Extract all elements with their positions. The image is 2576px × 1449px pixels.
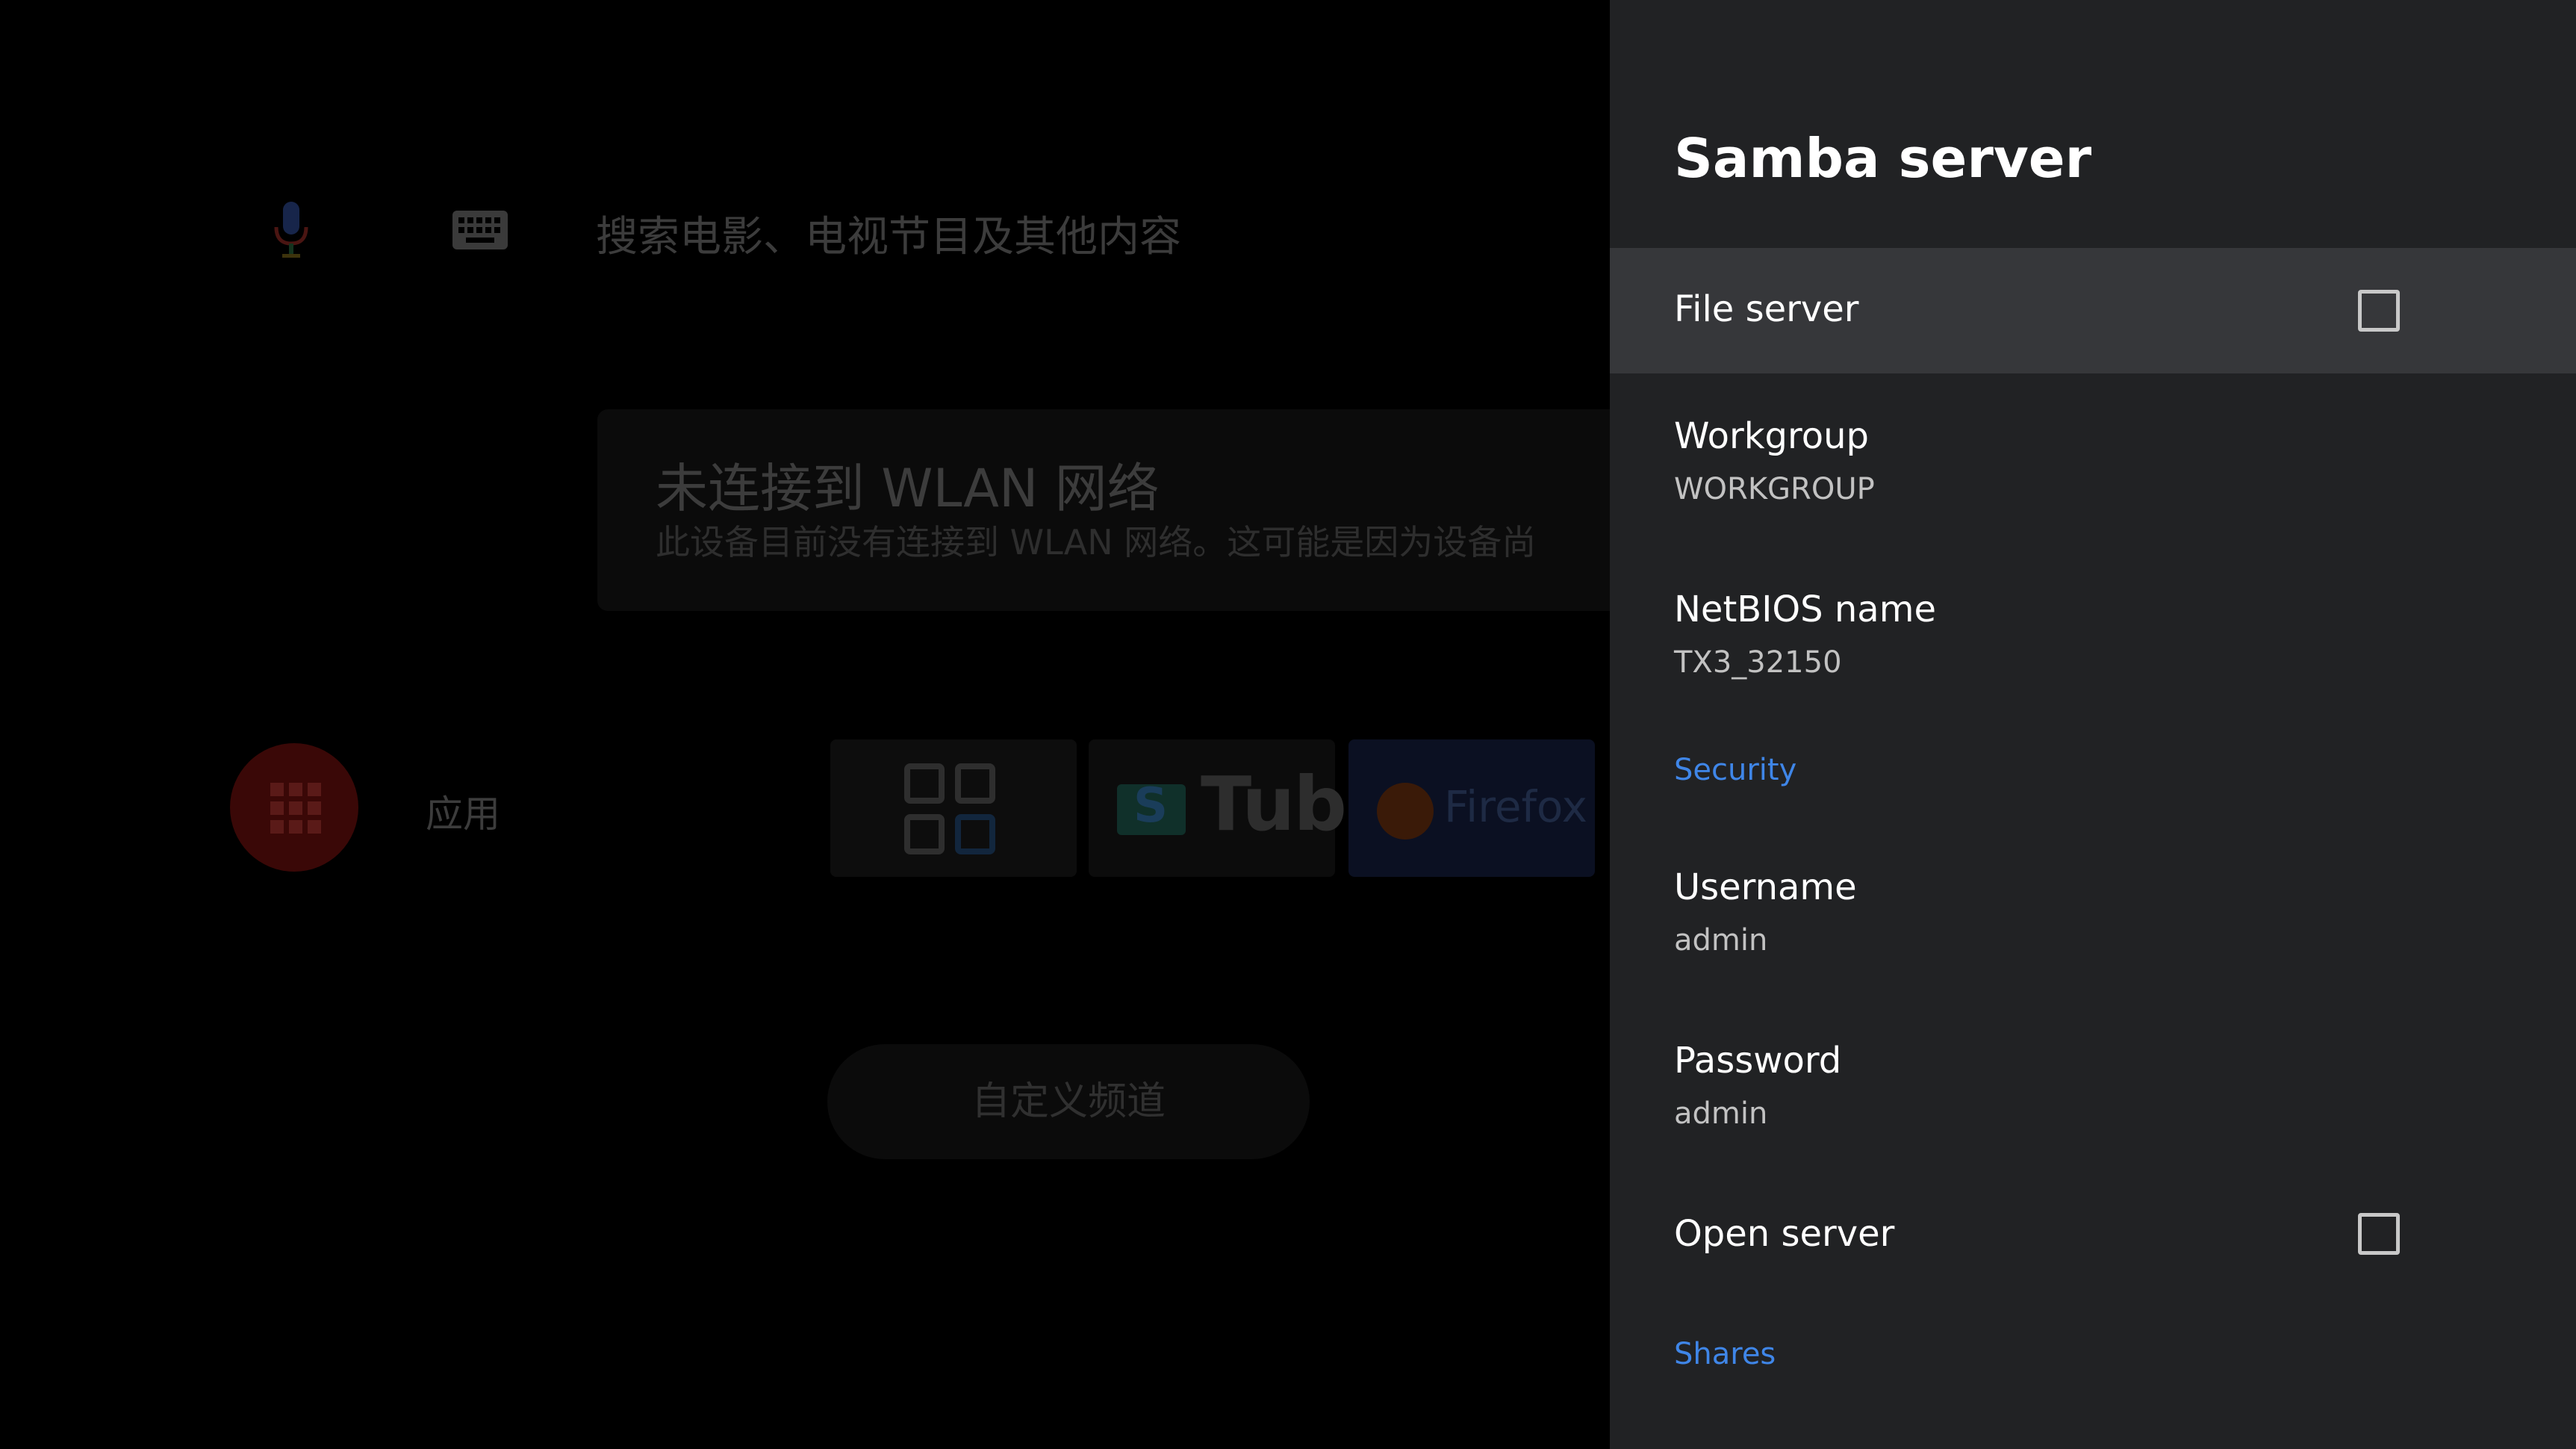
panel-title: Samba server [1674, 127, 2092, 190]
shares-section-header: Shares [1674, 1337, 1776, 1371]
app-tile-launcher[interactable] [830, 739, 1077, 877]
microphone-icon[interactable] [269, 200, 314, 260]
apps-label: 应用 [426, 792, 500, 836]
open-server-checkbox-icon[interactable] [2358, 1213, 2400, 1255]
username-row[interactable]: Username admin [1610, 828, 2576, 1001]
wifi-notice-title: 未连接到 WLAN 网络 [656, 458, 1160, 519]
netbios-name-label: NetBIOS name [1674, 589, 1936, 630]
app-tile-smarttube[interactable]: S Tube [1089, 739, 1396, 877]
launcher-background: 搜索电影、电视节目及其他内容 未连接到 WLAN 网络 此设备目前没有连接到 W… [0, 0, 1610, 1449]
wifi-notice-description: 此设备目前没有连接到 WLAN 网络。这可能是因为设备尚 [656, 522, 1537, 562]
apps-grid-icon [270, 783, 321, 834]
password-row[interactable]: Password admin [1610, 1001, 2576, 1174]
username-label: Username [1674, 866, 1857, 908]
netbios-name-value: TX3_32150 [1674, 645, 1842, 680]
netbios-name-row[interactable]: NetBIOS name TX3_32150 [1610, 547, 2576, 720]
file-server-checkbox-icon[interactable] [2358, 290, 2400, 332]
password-label: Password [1674, 1040, 1842, 1082]
search-hint[interactable]: 搜索电影、电视节目及其他内容 [596, 203, 1181, 264]
squares-grid-icon [904, 763, 995, 854]
username-value: admin [1674, 923, 1768, 958]
security-section-header: Security [1674, 753, 1797, 787]
customize-channels-button[interactable]: 自定义频道 [827, 1044, 1310, 1159]
firefox-logo-icon [1377, 783, 1434, 840]
file-server-label: File server [1674, 288, 1859, 330]
samba-settings-panel: Samba server File server Workgroup WORKG… [1610, 0, 2576, 1449]
file-server-row[interactable]: File server [1610, 248, 2576, 373]
workgroup-row[interactable]: Workgroup WORKGROUP [1610, 373, 2576, 547]
app-tile-firefox[interactable]: Firefox [1348, 739, 1595, 877]
workgroup-value: WORKGROUP [1674, 472, 1875, 506]
open-server-row[interactable]: Open server [1610, 1174, 2576, 1300]
open-server-label: Open server [1674, 1213, 1895, 1255]
firefox-logo-text: Firefox [1444, 781, 1587, 832]
smarttube-logo-letter: S [1133, 778, 1169, 834]
workgroup-label: Workgroup [1674, 415, 1869, 457]
password-value: admin [1674, 1096, 1768, 1131]
keyboard-icon[interactable] [452, 211, 508, 249]
